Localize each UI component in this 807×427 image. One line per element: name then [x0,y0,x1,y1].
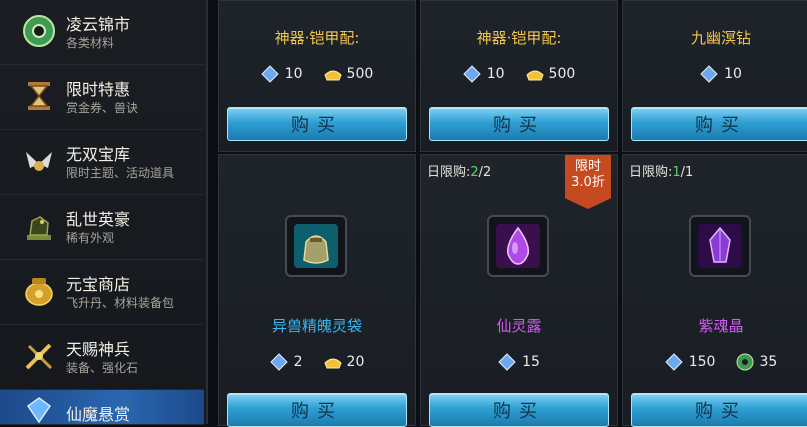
diamond-currency-icon [269,353,288,371]
jade-coin-icon [735,353,754,371]
purple-soul-crystal-icon [698,224,742,268]
shop-card: 日限购:2/2 限时 3.0折 仙灵露 15 购买 [420,154,618,427]
price-value: 20 [346,354,365,370]
sidebar-item-title: 凌云锦市 [66,15,131,34]
sidebar-item-subtitle: 飞升丹、材料装备包 [66,296,175,310]
badge-line: 3.0折 [571,175,605,190]
shop-card: 神器·铠甲配: 10 500 购买 [218,0,416,152]
buy-button[interactable]: 购买 [227,107,407,141]
shop-card: 异兽精魄灵袋 2 20 购买 [218,154,416,427]
price-row: 15 [421,353,617,371]
daily-limit-bought: 2 [470,165,479,180]
sidebar-item-yuanbao-shop[interactable]: 元宝商店 飞升丹、材料装备包 [0,260,204,325]
shop-grid: 神器·铠甲配: 10 500 购买 神器·铠甲配: 10 500 购买 九幽溟钻… [208,0,807,427]
buy-button[interactable]: 购买 [429,107,609,141]
sidebar-item-subtitle: 稀有外观 [66,231,115,245]
buy-button[interactable]: 购买 [631,107,807,141]
sidebar-item-title: 仙魔悬赏 [66,405,131,424]
buy-button[interactable]: 购买 [429,393,609,427]
daily-limit: 日限购:2/2 [427,161,491,180]
sidebar-item-xianmo-bounty[interactable]: 仙魔悬赏 [0,390,204,425]
item-name: 神器·铠甲配: [274,29,360,47]
sidebar-item-subtitle: 赏金券、兽诀 [66,101,139,115]
sidebar-item-title: 限时特惠 [66,80,131,99]
sidebar-item-title: 乱世英豪 [66,210,131,229]
item-slot[interactable] [689,215,751,277]
price-value: 150 [688,354,716,370]
item-slot[interactable] [285,215,347,277]
hourglass-icon [20,77,58,115]
diamond-currency-icon [665,353,683,371]
price-row: 10 500 [219,65,415,83]
sidebar-item-limited-offer[interactable]: 限时特惠 赏金券、兽诀 [0,65,204,130]
discount-badge: 限时 3.0折 [565,155,611,209]
gold-ingot-icon [323,65,342,83]
price-value: 10 [724,66,742,82]
sidebar-item-subtitle: 限时主题、活动道具 [66,166,175,180]
badge-line: 限时 [574,159,601,174]
sidebar-item-subtitle: 装备、强化石 [66,361,139,375]
shop-card: 神器·铠甲配: 10 500 购买 [420,0,618,152]
item-slot[interactable] [487,215,549,277]
daily-limit-total: /1 [680,165,694,180]
diamond-currency-icon [700,65,718,83]
price-row: 2 20 [219,353,415,371]
jade-disc-icon [20,12,58,50]
price-value: 15 [522,354,540,370]
daily-limit-bought: 1 [672,165,681,180]
sidebar-item-tianci-weapons[interactable]: 天赐神兵 装备、强化石 [0,325,204,390]
daily-limit: 日限购:1/1 [629,161,693,180]
diamond-currency-icon [261,65,279,83]
purple-dew-drop-icon [496,224,540,268]
sidebar-item-title: 天赐神兵 [66,340,131,359]
price-row: 150 35 [623,353,807,371]
sidebar-item-wushuang-vault[interactable]: 无双宝库 限时主题、活动道具 [0,130,204,195]
price-value: 2 [293,354,303,370]
daily-limit-label: 日限购: [427,165,471,180]
gold-ingot-icon [323,353,342,371]
diamond-currency-icon [463,65,481,83]
blue-crystal-icon [20,396,58,424]
price-row: 10 500 [421,65,617,83]
diamond-currency-icon [498,353,516,371]
sidebar-item-title: 无双宝库 [66,145,131,164]
sidebar-item-lingyun-market[interactable]: 凌云锦市 各类材料 [0,0,204,65]
price-value: 500 [548,66,576,82]
buy-button[interactable]: 购买 [227,393,407,427]
price-value: 10 [284,66,303,82]
price-value: 35 [759,354,778,370]
item-name: 仙灵露 [496,317,542,335]
sidebar-item-title: 元宝商店 [66,275,131,294]
buy-button[interactable]: 购买 [631,393,807,427]
daily-limit-label: 日限购: [629,165,673,180]
wings-icon [20,142,58,180]
item-name: 九幽溟钻 [690,29,751,47]
gold-ingot-icon [525,65,544,83]
daily-limit-total: /2 [478,165,492,180]
spirit-bag-icon [294,224,338,268]
price-value: 500 [346,66,374,82]
crossed-weapons-icon [20,337,58,375]
price-row: 10 [623,65,807,83]
shop-card: 九幽溟钻 10 购买 [622,0,807,152]
beast-statue-icon [20,207,58,245]
item-name: 紫魂晶 [698,317,744,335]
shop-card: 日限购:1/1 紫魂晶 150 35 购买 [622,154,807,427]
category-sidebar: 凌云锦市 各类材料 限时特惠 赏金券、兽诀 无双宝库 限时主题、活动道具 乱世英… [0,0,208,425]
sidebar-item-subtitle: 各类材料 [66,36,115,50]
price-value: 10 [486,66,505,82]
item-name: 异兽精魄灵袋 [271,317,362,335]
item-name: 神器·铠甲配: [476,29,562,47]
gold-jar-icon [20,272,58,310]
sidebar-item-luanshi-heroes[interactable]: 乱世英豪 稀有外观 [0,195,204,260]
